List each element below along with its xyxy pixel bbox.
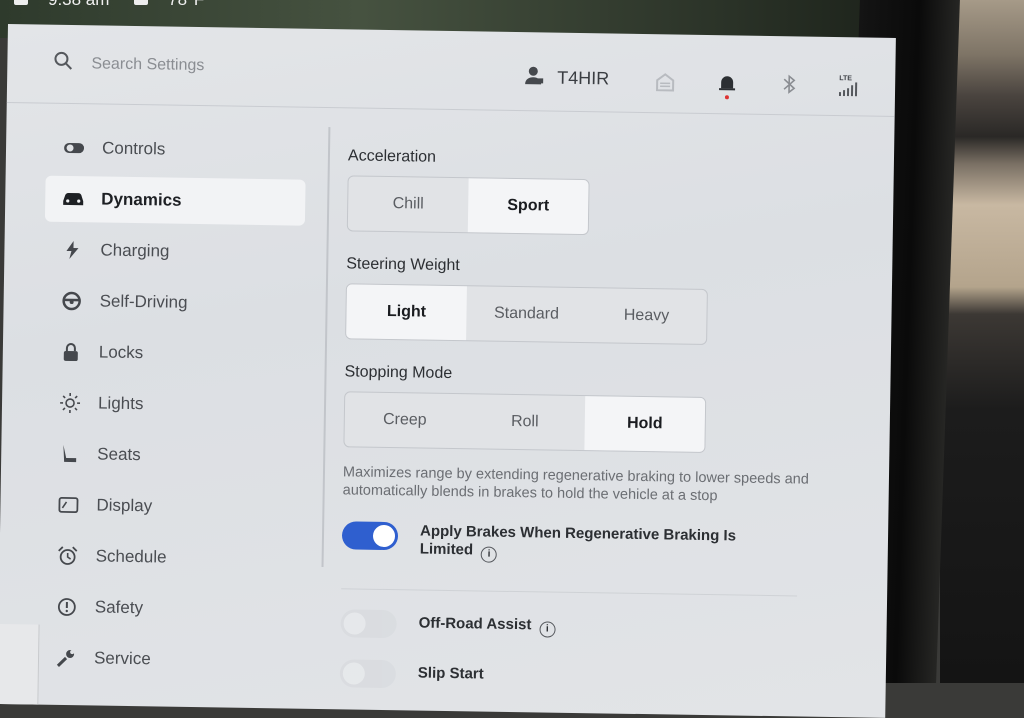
settings-sidebar: Controls Dynamics Charging Self-Driving Lock… — [38, 125, 307, 690]
notification-dot — [725, 95, 729, 99]
sidebar-item-label: Locks — [99, 342, 144, 363]
bluetooth-icon[interactable] — [777, 72, 801, 96]
phone-icon — [14, 0, 28, 5]
settings-screen: Search Settings T4HIR LTE Contr — [0, 24, 896, 718]
sidebar-item-label: Dynamics — [101, 189, 182, 210]
sidebar-item-label: Lights — [98, 393, 144, 414]
slip-start-row: Slip Start — [340, 659, 820, 695]
toggle-knob — [343, 612, 365, 634]
car-status-icon — [134, 0, 148, 5]
car-icon — [61, 192, 85, 206]
bell-icon[interactable] — [715, 71, 739, 95]
apply-brakes-toggle[interactable] — [342, 521, 398, 550]
acceleration-option-chill[interactable]: Chill — [348, 176, 469, 232]
left-panel-edge — [0, 624, 40, 715]
status-bar: 9:38 am 78°F — [14, 0, 204, 10]
slip-start-label: Slip Start — [418, 661, 748, 688]
person-icon — [523, 64, 545, 91]
sidebar-item-label: Seats — [97, 444, 141, 465]
slip-start-toggle[interactable] — [340, 659, 396, 688]
steering-weight-label: Steering Weight — [346, 255, 826, 281]
sidebar-item-label: Self-Driving — [99, 291, 187, 312]
toggle-icon — [62, 142, 86, 154]
sidebar-item-dynamics[interactable]: Dynamics — [45, 176, 306, 226]
sidebar-item-controls[interactable]: Controls — [46, 125, 307, 175]
search-icon — [53, 51, 73, 76]
stopping-mode-description: Maximizes range by extending regenerativ… — [343, 463, 810, 506]
sidebar-item-charging[interactable]: Charging — [44, 227, 305, 277]
search-bar[interactable]: Search Settings — [53, 51, 204, 78]
off-road-label: Off-Road Assist i — [418, 611, 748, 641]
lte-signal-icon: LTE — [839, 73, 863, 97]
sidebar-item-service[interactable]: Service — [38, 635, 299, 685]
toggle-knob — [343, 662, 365, 684]
stopping-option-hold[interactable]: Hold — [584, 396, 705, 452]
user-name: T4HIR — [557, 68, 609, 90]
apply-brakes-text: Apply Brakes When Regenerative Braking I… — [420, 523, 736, 559]
status-temp: 78°F — [168, 0, 204, 9]
steering-option-light[interactable]: Light — [346, 284, 467, 340]
wrench-icon — [54, 648, 78, 668]
sidebar-divider — [322, 127, 331, 567]
sidebar-item-label: Schedule — [95, 546, 166, 567]
header-icons: LTE — [653, 70, 863, 97]
seat-icon — [57, 444, 81, 464]
acceleration-label: Acceleration — [348, 147, 828, 173]
steering-option-standard[interactable]: Standard — [466, 286, 587, 342]
dynamics-panel: Acceleration ChillSport Steering Weight … — [340, 147, 828, 694]
garage-icon[interactable] — [653, 70, 677, 94]
alarm-clock-icon — [55, 546, 79, 566]
sidebar-item-locks[interactable]: Locks — [42, 329, 303, 379]
sidebar-item-lights[interactable]: Lights — [42, 380, 303, 430]
apply-brakes-row: Apply Brakes When Regenerative Braking I… — [342, 521, 823, 568]
alert-circle-icon — [55, 597, 79, 617]
sidebar-item-schedule[interactable]: Schedule — [39, 533, 300, 583]
info-icon[interactable]: i — [481, 546, 497, 562]
sidebar-item-safety[interactable]: Safety — [38, 584, 299, 634]
apply-brakes-label: Apply Brakes When Regenerative Braking I… — [420, 523, 751, 567]
sun-icon — [58, 393, 82, 413]
steering-wheel-icon — [60, 291, 84, 311]
stopping-option-creep[interactable]: Creep — [344, 392, 465, 448]
toggle-knob — [373, 525, 395, 547]
sidebar-item-label: Safety — [95, 597, 144, 618]
search-input[interactable]: Search Settings — [91, 55, 204, 75]
bolt-icon — [60, 241, 84, 259]
stopping-mode-selector: CreepRollHold — [343, 391, 706, 453]
sidebar-item-display[interactable]: Display — [40, 482, 301, 532]
acceleration-option-sport[interactable]: Sport — [468, 178, 589, 234]
settings-header: Search Settings T4HIR LTE — [7, 24, 896, 117]
sidebar-item-seats[interactable]: Seats — [41, 431, 302, 481]
sidebar-item-self-driving[interactable]: Self-Driving — [43, 278, 304, 328]
sidebar-item-label: Charging — [100, 240, 169, 261]
steering-option-heavy[interactable]: Heavy — [586, 288, 707, 344]
off-road-toggle[interactable] — [340, 609, 396, 638]
off-road-text: Off-Road Assist — [419, 615, 532, 634]
sidebar-item-label: Display — [96, 495, 152, 516]
acceleration-selector: ChillSport — [347, 175, 590, 235]
user-profile[interactable]: T4HIR — [523, 64, 609, 92]
off-road-row: Off-Road Assist i — [340, 609, 820, 645]
info-icon[interactable]: i — [539, 621, 555, 637]
section-divider — [341, 588, 797, 596]
sidebar-item-label: Controls — [102, 138, 166, 159]
sidebar-item-label: Service — [94, 648, 151, 669]
status-time: 9:38 am — [48, 0, 109, 9]
stopping-option-roll[interactable]: Roll — [464, 394, 585, 450]
display-icon — [56, 497, 80, 513]
stopping-mode-label: Stopping Mode — [344, 363, 824, 389]
lock-icon — [59, 343, 83, 361]
steering-weight-selector: LightStandardHeavy — [345, 283, 708, 345]
